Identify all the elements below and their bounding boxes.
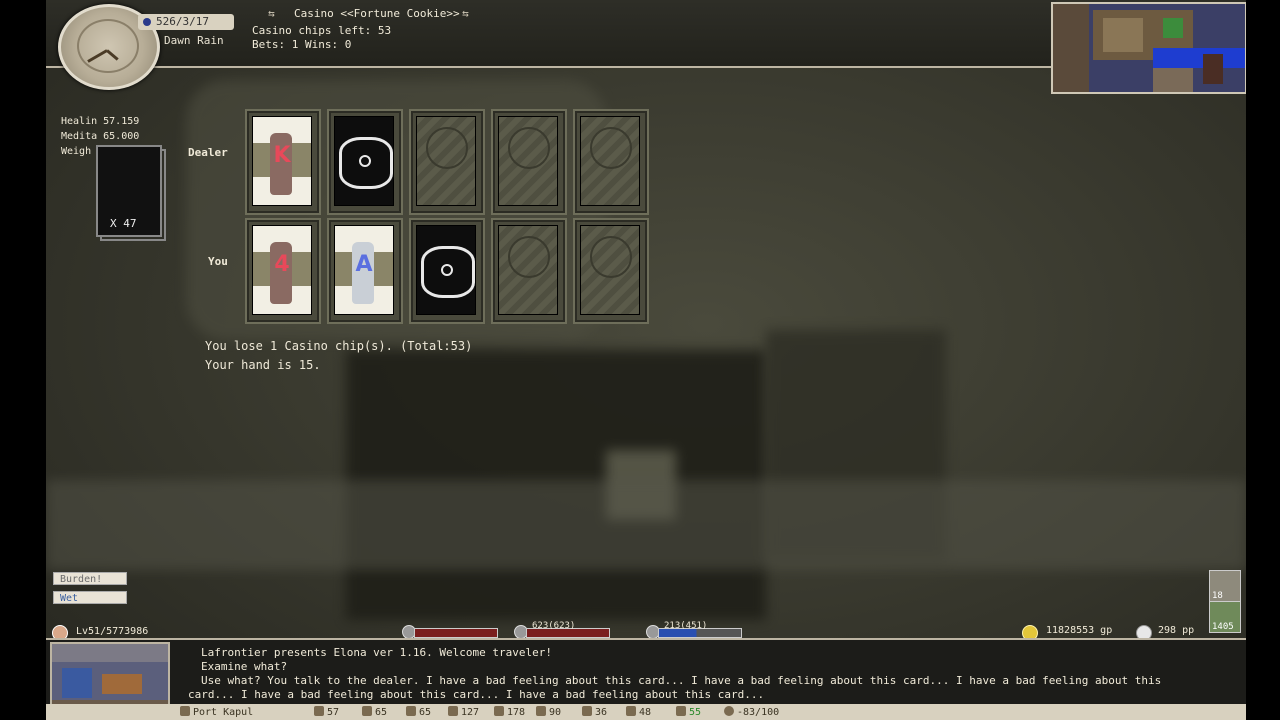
sp-value: 213(451) bbox=[664, 621, 708, 631]
side-count-1: 18 bbox=[1212, 591, 1223, 601]
player-card-2-front: A bbox=[334, 225, 394, 315]
attr-extra: -83/100 bbox=[724, 706, 779, 718]
player-card-slot-1: 4 bbox=[245, 218, 321, 324]
hand-total-message: Your hand is 15. bbox=[205, 358, 321, 372]
dex-icon bbox=[406, 706, 416, 716]
player-card-slot-3 bbox=[409, 218, 485, 324]
status-wet: Wet bbox=[53, 591, 127, 604]
spd-icon bbox=[676, 706, 686, 716]
dealer-card-slot-5 bbox=[573, 109, 649, 215]
mp-value: 623(623) bbox=[532, 621, 576, 631]
player-card-2-rank: A bbox=[355, 252, 373, 277]
player-card-4-empty bbox=[498, 225, 558, 315]
player-card-5-empty bbox=[580, 225, 640, 315]
ler-icon bbox=[494, 706, 504, 716]
dealer-card-3-empty bbox=[416, 116, 476, 206]
dealer-card-1-rank: K bbox=[273, 143, 291, 168]
status-burden: Burden! bbox=[53, 572, 127, 585]
player-card-3-back bbox=[416, 225, 476, 315]
player-card-slot-4 bbox=[491, 218, 567, 324]
deck-count: X 47 bbox=[110, 217, 137, 230]
attr-extra-value: -83/100 bbox=[737, 707, 780, 718]
weight-stat: Weigh bbox=[61, 146, 92, 157]
attr-con: 65 bbox=[362, 706, 387, 718]
card-deck: X 47 bbox=[96, 145, 166, 243]
meditation-stat: Medita 65.000 bbox=[61, 131, 140, 142]
dealer-card-2-back bbox=[334, 116, 394, 206]
date-display: 526/3/17 bbox=[138, 14, 234, 30]
attr-wil: 90 bbox=[536, 706, 561, 718]
attr-str-value: 57 bbox=[327, 707, 340, 718]
attr-spd: 55 bbox=[676, 706, 701, 718]
player-card-slot-5 bbox=[573, 218, 649, 324]
platinum-amount: 298 pp bbox=[1158, 625, 1195, 636]
mag-icon bbox=[582, 706, 592, 716]
attr-dex: 65 bbox=[406, 706, 431, 718]
attr-ler-value: 178 bbox=[507, 707, 526, 718]
extra-icon bbox=[724, 706, 734, 716]
str-icon bbox=[314, 706, 324, 716]
minimap bbox=[1051, 2, 1246, 94]
player-card-slot-2: A bbox=[327, 218, 403, 324]
you-label: You bbox=[208, 255, 228, 268]
attr-con-value: 65 bbox=[375, 707, 388, 718]
hp-bar bbox=[414, 628, 498, 638]
wing-left-icon: ⇆ bbox=[268, 7, 275, 20]
log-line-4: card... I have a bad feeling about this … bbox=[188, 688, 765, 701]
wing-right-icon: ⇆ bbox=[462, 7, 469, 20]
attr-dex-value: 65 bbox=[419, 707, 432, 718]
attr-mag-value: 36 bbox=[595, 707, 608, 718]
footer-bar: Port Kapul 57 65 65 127 178 90 36 48 55 … bbox=[46, 704, 1246, 720]
dealer-card-slot-1: K bbox=[245, 109, 321, 215]
attr-per: 127 bbox=[448, 706, 479, 718]
player-card-1-rank: 4 bbox=[274, 252, 290, 277]
attr-spd-value: 55 bbox=[689, 707, 702, 718]
weather-text: Dawn Rain bbox=[164, 34, 224, 47]
dealer-card-5-empty bbox=[580, 116, 640, 206]
message-log: Lafrontier presents Elona ver 1.16. Welc… bbox=[46, 638, 1246, 706]
wil-icon bbox=[536, 706, 546, 716]
dealer-card-1-front: K bbox=[252, 116, 312, 206]
location-icon bbox=[180, 706, 190, 716]
dealer-label: Dealer bbox=[188, 146, 228, 159]
per-icon bbox=[448, 706, 458, 716]
healing-stat: Healin 57.159 bbox=[61, 116, 140, 127]
dealer-card-4-empty bbox=[498, 116, 558, 206]
log-line-3: Use what? You talk to the dealer. I have… bbox=[201, 674, 1162, 687]
bets-wins: Bets: 1 Wins: 0 bbox=[252, 38, 352, 51]
attr-chr-value: 48 bbox=[639, 707, 652, 718]
attr-mag: 36 bbox=[582, 706, 607, 718]
level-text: Lv51/5773986 bbox=[76, 626, 149, 637]
attr-wil-value: 90 bbox=[549, 707, 562, 718]
location-text: Port Kapul bbox=[193, 707, 254, 718]
chips-left: Casino chips left: 53 bbox=[252, 24, 392, 37]
attr-per-value: 127 bbox=[461, 707, 480, 718]
top-bar: 526/3/17 Dawn Rain ⇆ Casino <<Fortune Co… bbox=[46, 0, 1056, 90]
dealer-card-slot-3 bbox=[409, 109, 485, 215]
attr-ler: 178 bbox=[494, 706, 525, 718]
side-item-icon-1[interactable]: 18 bbox=[1209, 570, 1241, 602]
con-icon bbox=[362, 706, 372, 716]
date-text: 526/3/17 bbox=[156, 15, 209, 28]
attr-chr: 48 bbox=[626, 706, 651, 718]
attr-str: 57 bbox=[314, 706, 339, 718]
chr-icon bbox=[626, 706, 636, 716]
player-card-1-front: 4 bbox=[252, 225, 312, 315]
log-line-2: Examine what? bbox=[201, 660, 288, 673]
dealer-card-slot-2 bbox=[327, 109, 403, 215]
log-line-1: Lafrontier presents Elona ver 1.16. Welc… bbox=[201, 646, 552, 659]
dealer-card-slot-4 bbox=[491, 109, 567, 215]
location: Port Kapul bbox=[180, 706, 253, 718]
result-message: You lose 1 Casino chip(s). (Total:53) bbox=[205, 339, 473, 353]
casino-title: Casino <<Fortune Cookie>> bbox=[294, 7, 460, 20]
game-screen: 526/3/17 Dawn Rain ⇆ Casino <<Fortune Co… bbox=[46, 0, 1246, 720]
gold-amount: 11828553 gp bbox=[1046, 625, 1113, 636]
